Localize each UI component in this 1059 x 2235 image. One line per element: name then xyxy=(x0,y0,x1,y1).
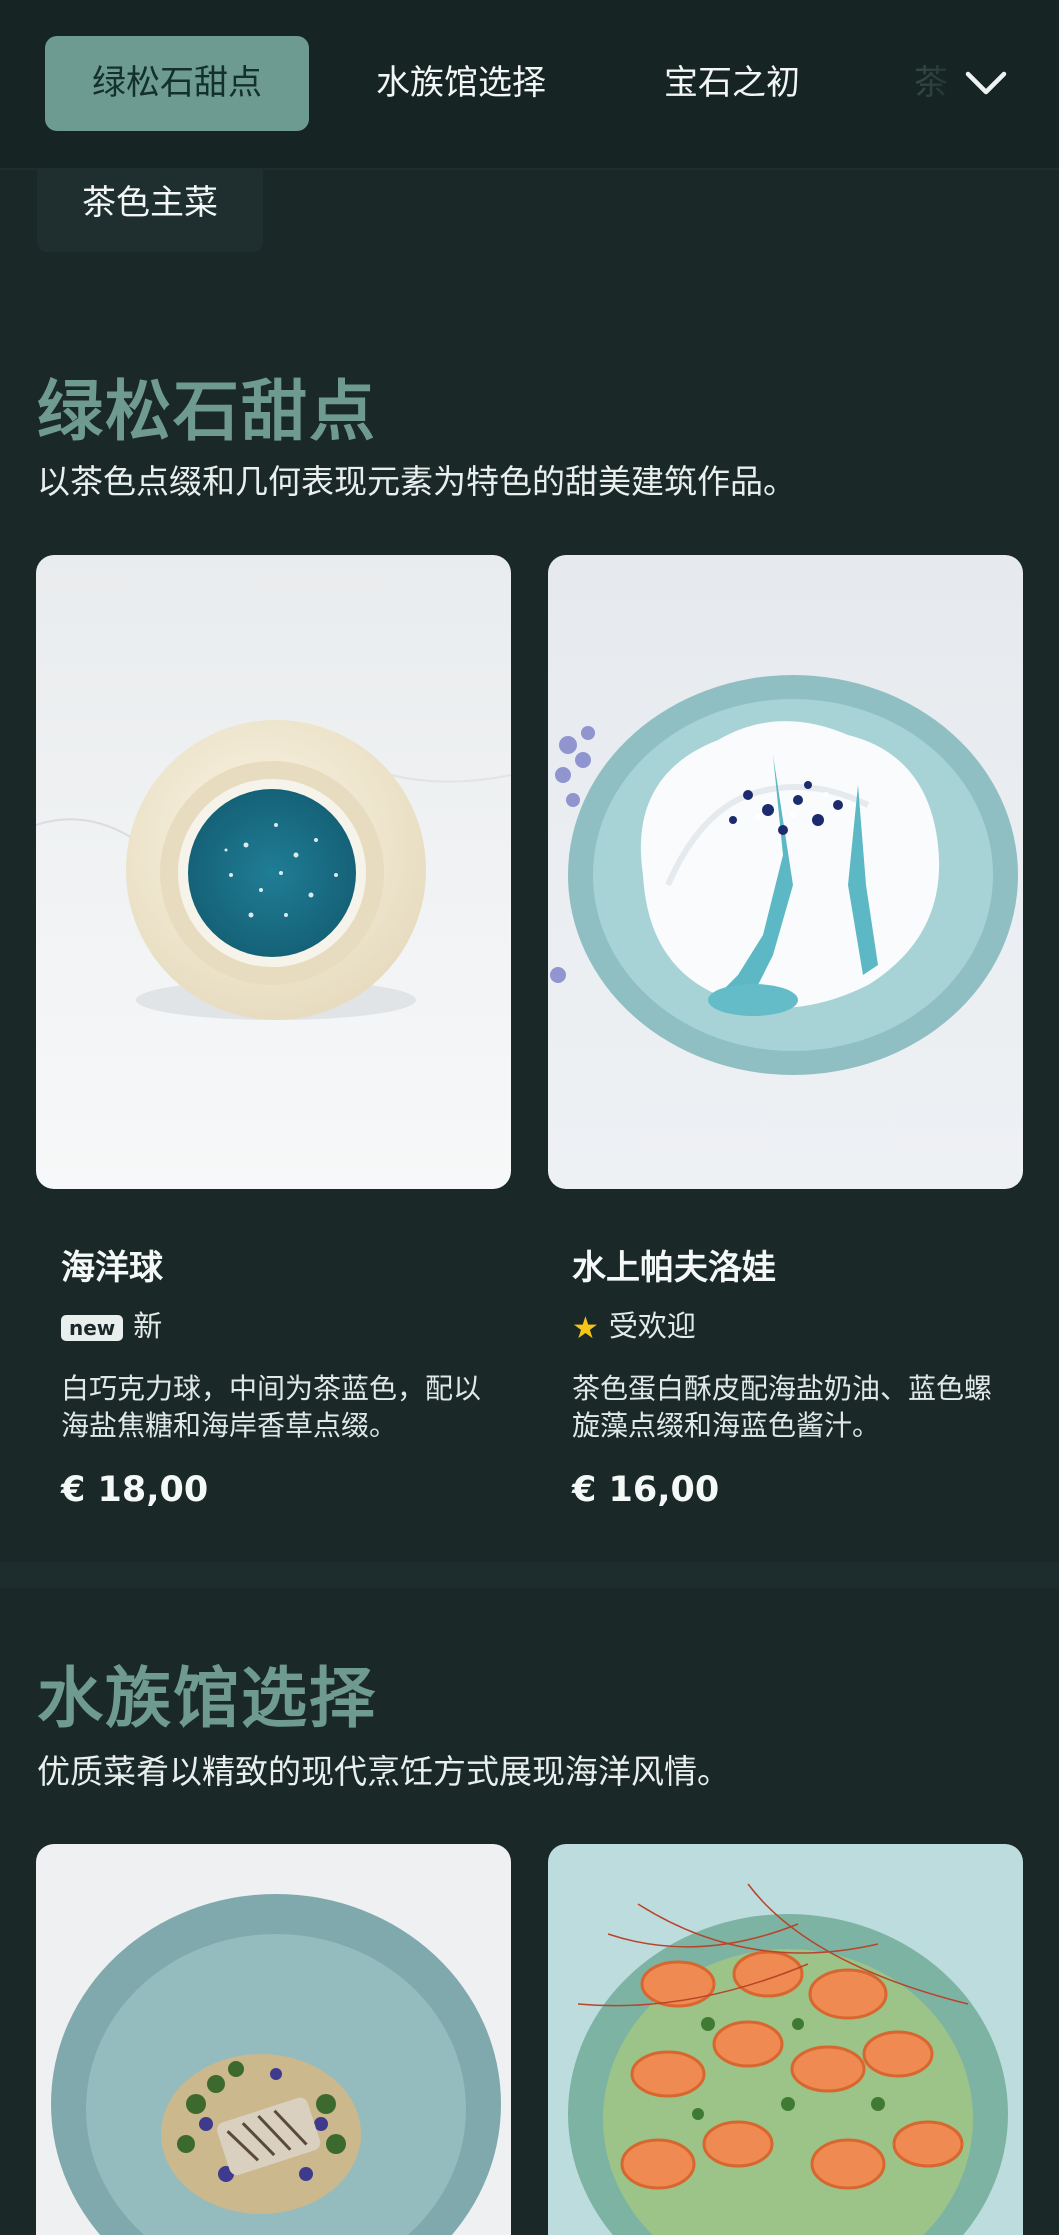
category-nav: 绿松石甜点 水族馆选择 宝石之初 茶 xyxy=(0,0,1059,170)
tab-teal-mains[interactable]: 茶色主菜 xyxy=(37,168,263,252)
section-title: 绿松石甜点 xyxy=(37,373,377,450)
tab-aquarium-selection[interactable]: 水族馆选择 xyxy=(376,36,546,131)
dish-description: 白巧克力球，中间为茶蓝色，配以海盐焦糖和海岸香草点缀。 xyxy=(61,1372,482,1442)
new-badge-icon: new xyxy=(61,1315,124,1341)
section-description: 优质菜肴以精致的现代烹饪方式展现海洋风情。 xyxy=(37,1752,730,1791)
dish-image-ocean-sphere[interactable] xyxy=(36,555,511,1189)
section-divider xyxy=(0,1562,1059,1588)
dish-description: 茶色蛋白酥皮配海盐奶油、蓝色螺旋藻点缀和海蓝色酱汁。 xyxy=(572,1372,993,1442)
dish-image-aqua-pavlova[interactable] xyxy=(548,555,1023,1189)
dish-image-prawns[interactable] xyxy=(548,1844,1023,2235)
badge-label: 受欢迎 xyxy=(608,1309,696,1343)
dish-badge: new 新 xyxy=(61,1303,162,1343)
dish-price: € 16,00 xyxy=(572,1470,720,1510)
tab-turquoise-desserts[interactable]: 绿松石甜点 xyxy=(45,36,309,131)
star-icon: ★ xyxy=(572,1310,599,1346)
dish-name: 海洋球 xyxy=(61,1248,163,1288)
dish-price: € 18,00 xyxy=(61,1470,209,1510)
section-title: 水族馆选择 xyxy=(37,1660,377,1737)
dish-badge: ★ 受欢迎 xyxy=(572,1303,696,1346)
chevron-down-icon[interactable] xyxy=(960,58,1012,110)
badge-label: 新 xyxy=(133,1309,163,1343)
dish-name: 水上帕夫洛娃 xyxy=(572,1248,776,1288)
tab-gem-beginnings[interactable]: 宝石之初 xyxy=(664,36,800,131)
section-description: 以茶色点缀和几何表现元素为特色的甜美建筑作品。 xyxy=(37,462,796,501)
dish-image-fish[interactable] xyxy=(36,1844,511,2235)
